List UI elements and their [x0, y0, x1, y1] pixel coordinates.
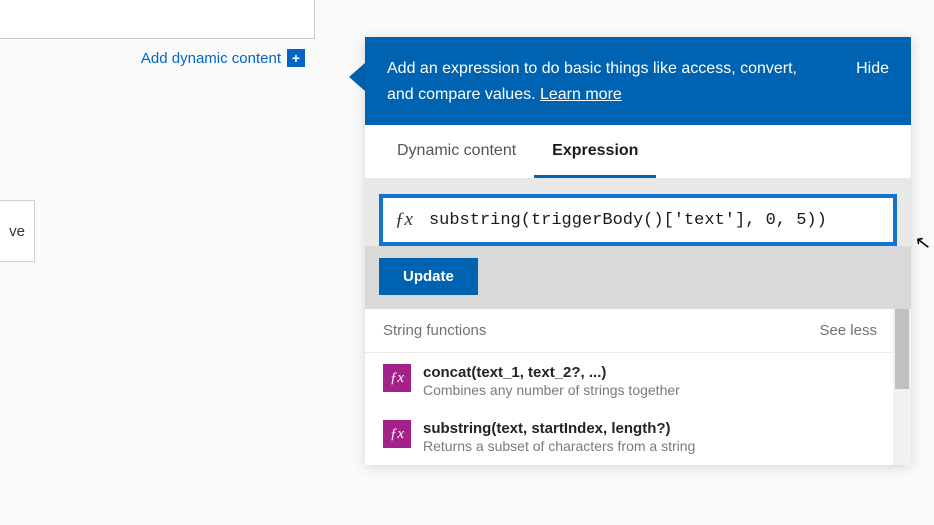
add-dynamic-label: Add dynamic content [141, 50, 281, 67]
expression-input[interactable]: ƒx substring(triggerBody()['text'], 0, 5… [379, 194, 897, 246]
update-row: Update [365, 246, 911, 309]
panel-header-text: Add an expression to do basic things lik… [387, 56, 807, 107]
partial-text: ve [9, 223, 25, 240]
fx-badge-icon: ƒx [383, 364, 411, 392]
function-text: substring(text, startIndex, length?) Ret… [423, 420, 695, 454]
update-button[interactable]: Update [379, 258, 478, 295]
category-label: String functions [383, 322, 486, 339]
function-text: concat(text_1, text_2?, ...) Combines an… [423, 364, 680, 398]
function-item-substring[interactable]: ƒx substring(text, startIndex, length?) … [365, 409, 911, 465]
see-less-link[interactable]: See less [819, 322, 877, 339]
expression-text: substring(triggerBody()['text'], 0, 5)) [429, 211, 885, 230]
tab-dynamic-content[interactable]: Dynamic content [379, 125, 534, 178]
callout-arrow [349, 63, 365, 91]
function-signature: concat(text_1, text_2?, ...) [423, 364, 680, 381]
panel-header: Add an expression to do basic things lik… [365, 37, 911, 125]
input-card [0, 0, 315, 39]
function-category: String functions See less [365, 309, 911, 353]
learn-more-link[interactable]: Learn more [540, 86, 622, 103]
tabs: Dynamic content Expression [365, 125, 911, 179]
expression-input-area: ƒx substring(triggerBody()['text'], 0, 5… [365, 179, 911, 246]
expression-panel: Add an expression to do basic things lik… [365, 37, 911, 465]
function-signature: substring(text, startIndex, length?) [423, 420, 695, 437]
fx-icon: ƒx [395, 209, 413, 231]
save-button-partial[interactable]: ve [0, 200, 35, 262]
add-dynamic-content-link[interactable]: Add dynamic content + [100, 49, 305, 67]
plus-icon: + [287, 49, 305, 67]
function-description: Combines any number of strings together [423, 382, 680, 398]
tab-expression[interactable]: Expression [534, 125, 656, 178]
fx-badge-icon: ƒx [383, 420, 411, 448]
function-description: Returns a subset of characters from a st… [423, 438, 695, 454]
scrollbar-thumb[interactable] [895, 309, 909, 389]
functions-list: String functions See less ƒx concat(text… [365, 309, 911, 465]
scrollbar[interactable] [893, 309, 911, 465]
function-item-concat[interactable]: ƒx concat(text_1, text_2?, ...) Combines… [365, 353, 911, 409]
mouse-cursor-icon: ↖ [913, 231, 932, 256]
hide-button[interactable]: Hide [856, 56, 889, 82]
